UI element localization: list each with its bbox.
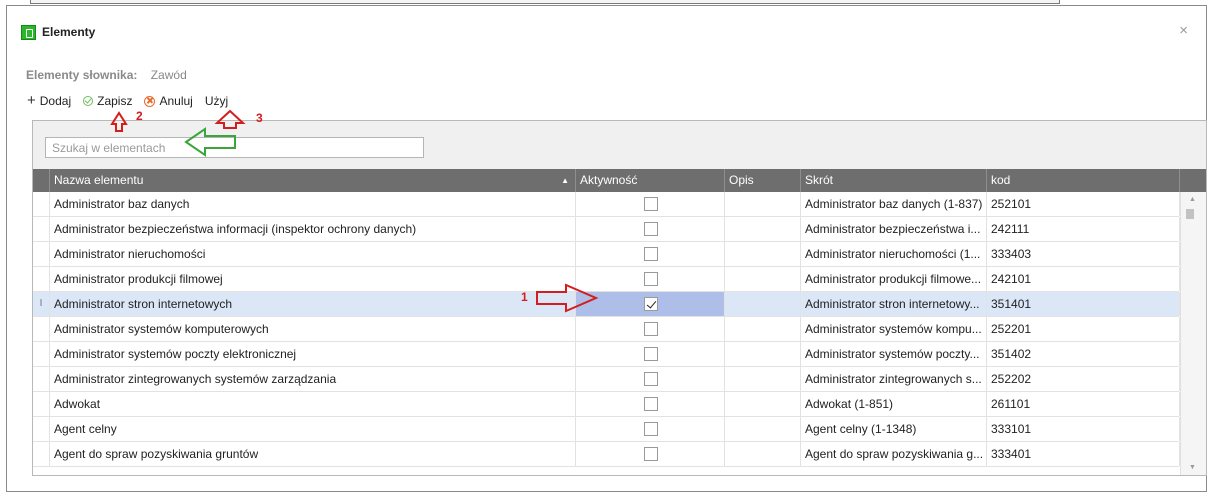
search-annotation-arrow <box>184 127 236 157</box>
use-annotation-arrow <box>214 109 246 129</box>
annotation-number-2: 2 <box>136 109 143 123</box>
annotation-number-1: 1 <box>521 290 528 304</box>
annotation-overlay <box>110 109 599 313</box>
save-annotation-arrow <box>110 111 128 132</box>
checkbox-annotation-arrow <box>536 283 599 313</box>
annotation-number-3: 3 <box>256 111 263 125</box>
